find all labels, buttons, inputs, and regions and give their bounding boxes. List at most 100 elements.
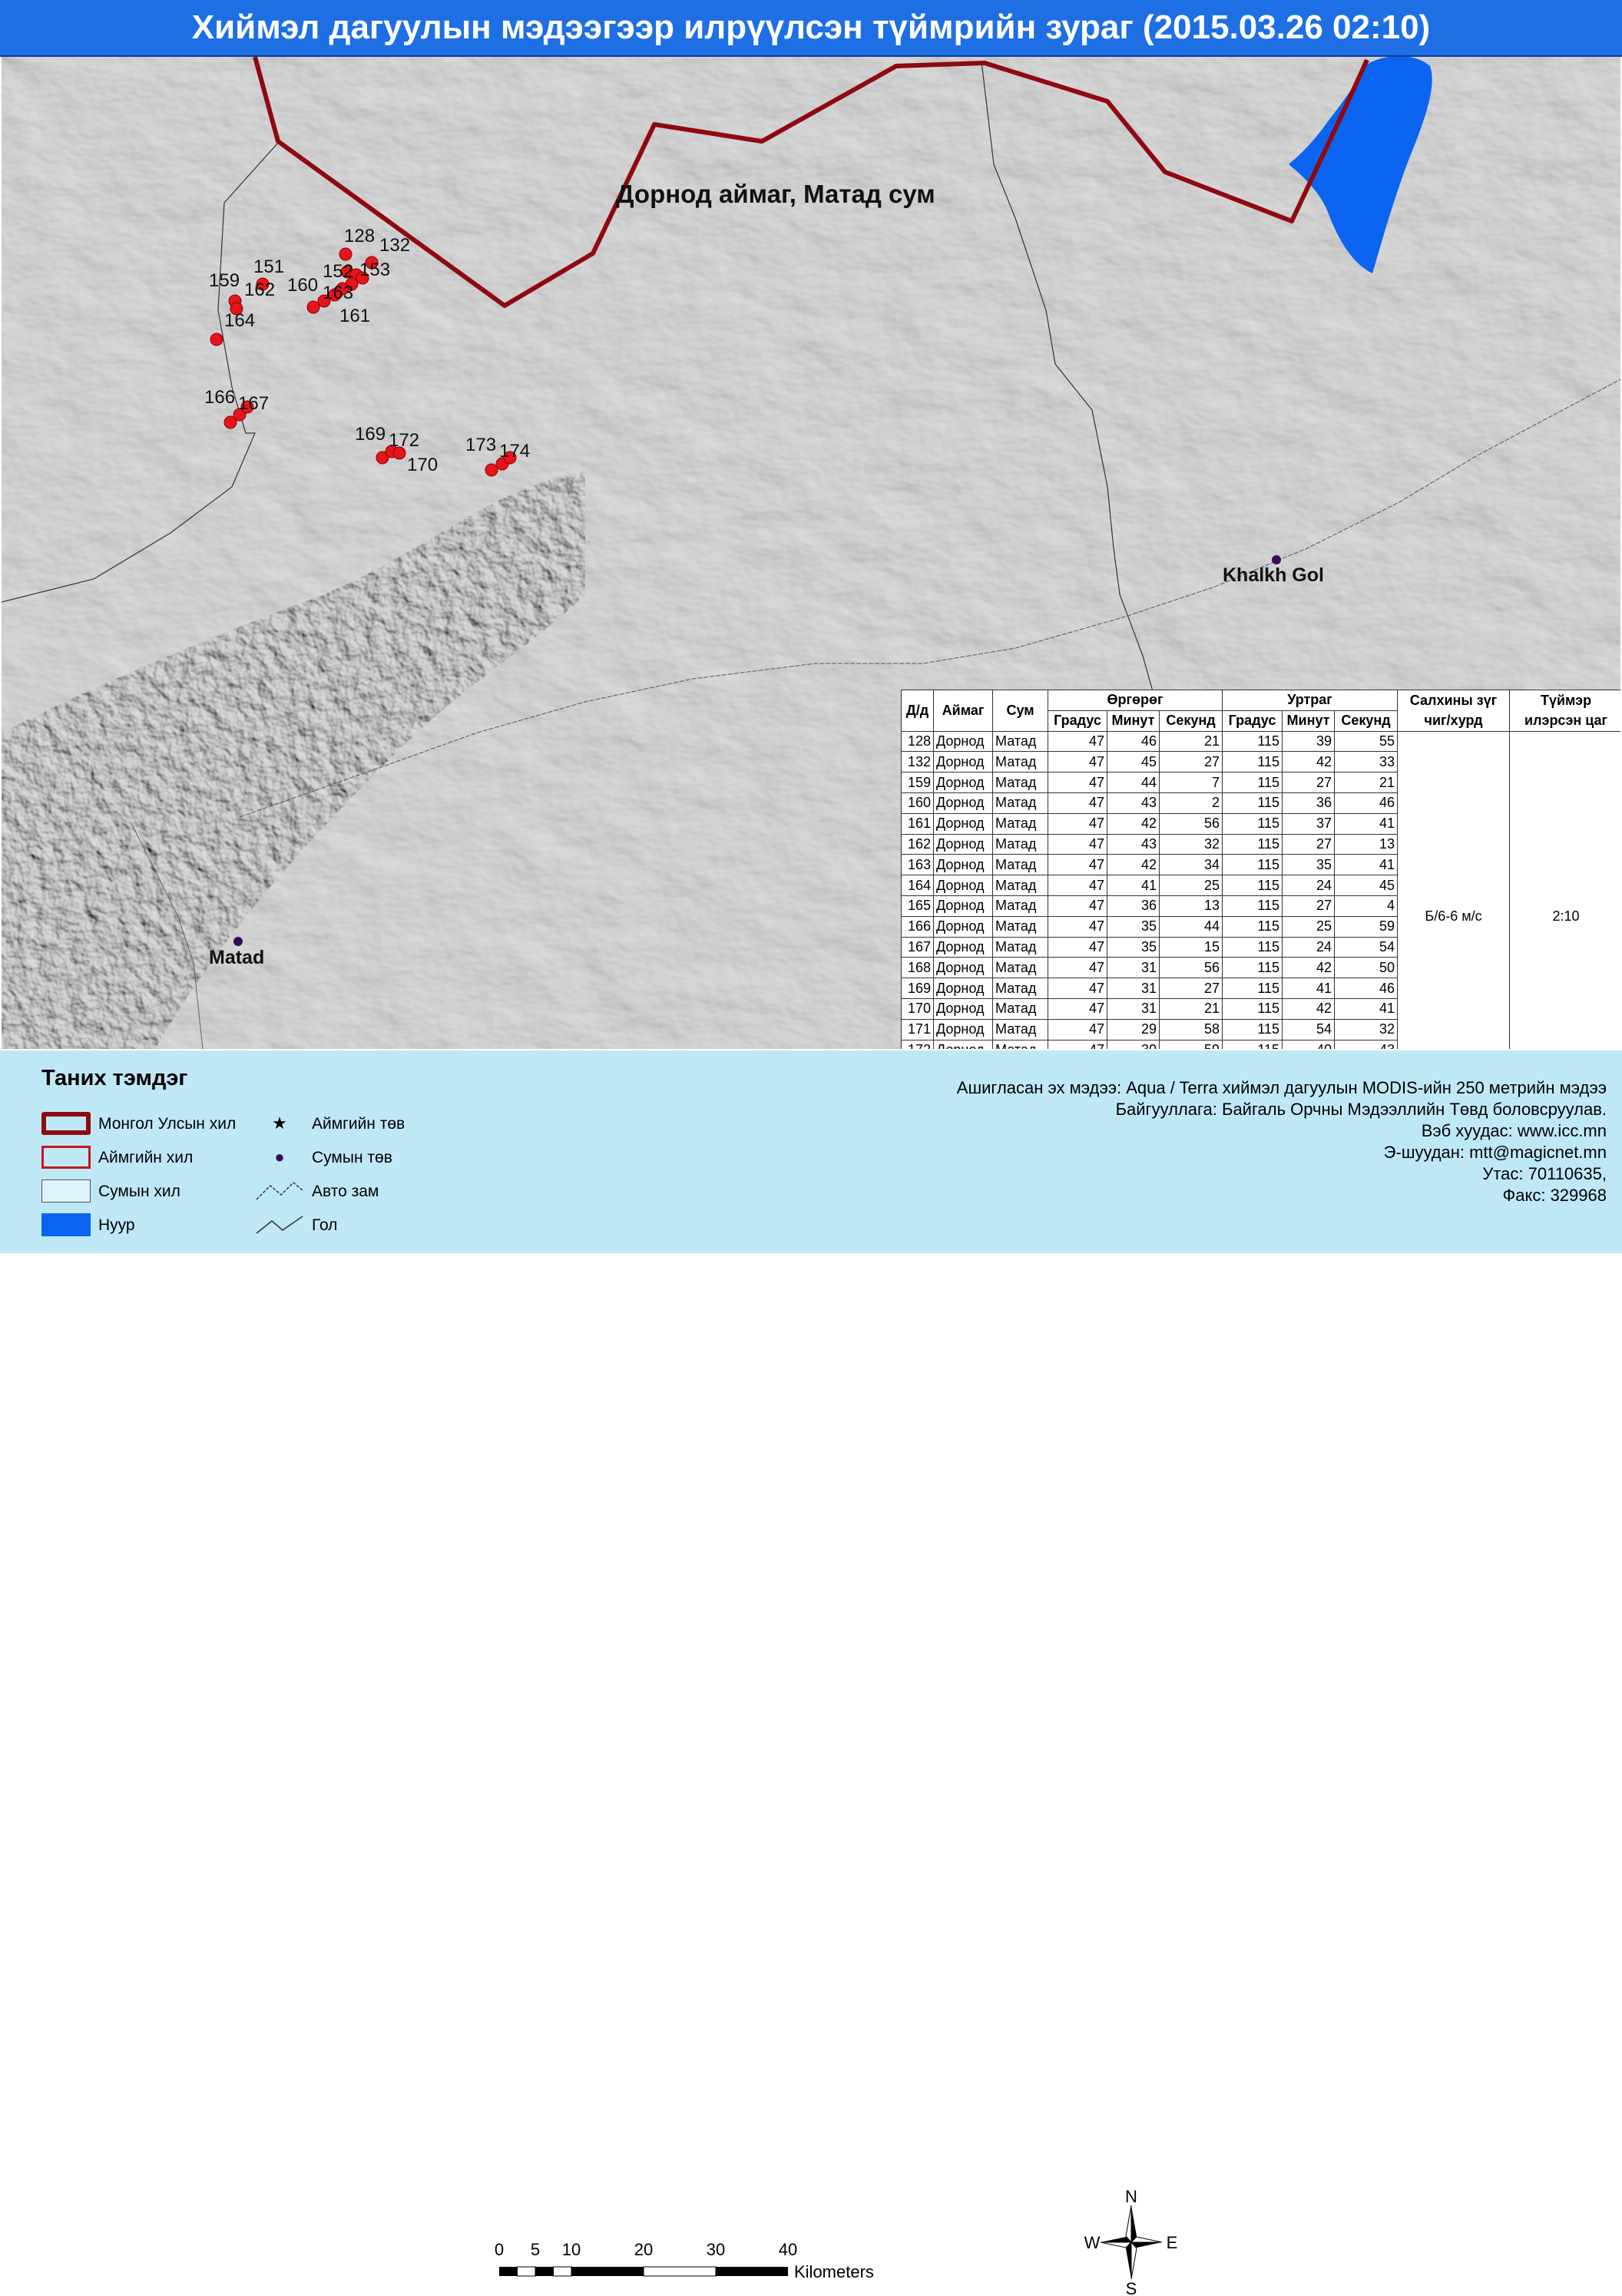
table-cell: 31 xyxy=(1107,957,1160,979)
fire-label: 161 xyxy=(339,306,371,326)
table-cell: 115 xyxy=(1222,895,1283,917)
col-header-time: Түймэр илэрсэн цаг xyxy=(1509,690,1620,732)
table-cell: Дорнод xyxy=(933,772,993,793)
fire-label: 151 xyxy=(253,256,285,277)
table-cell: 41 xyxy=(1107,875,1160,896)
table-cell: Матад xyxy=(992,1018,1048,1040)
legend-label: Гол xyxy=(312,1216,338,1234)
legend-item-aimag-center: ★ Аймгийн төв xyxy=(255,1112,455,1138)
scale-bar: 0 5 10 20 30 40 Kilometers xyxy=(492,2240,891,2282)
compass-s: S xyxy=(1126,2279,1137,2296)
table-cell: 115 xyxy=(1222,978,1283,999)
credit-website: Вэб хуудас: www.icc.mn xyxy=(1421,1121,1607,1140)
fire-point[interactable] xyxy=(339,247,353,261)
lake-swatch xyxy=(41,1213,91,1236)
table-row: 128 Дорнод Матад 47 46 21 115 39 55 Б/6-6 м/с 2:10 xyxy=(901,730,1620,1049)
table-cell: 59 xyxy=(1334,915,1399,938)
table-cell: Матад xyxy=(992,875,1048,896)
fire-point[interactable] xyxy=(210,332,223,346)
table-cell: 162 xyxy=(901,833,934,855)
table-cell: 115 xyxy=(1222,957,1283,979)
map-frame[interactable]: Дорнод аймаг, Матад сум 128 132 151 152 … xyxy=(2,57,1620,1049)
table-cell: 55 xyxy=(1334,730,1399,753)
fire-data-table-panel: Д/д Аймаг Сум Өргөрөг Уртраг Салхины зүг… xyxy=(901,690,1620,1049)
compass-n: N xyxy=(1125,2188,1137,2206)
table-cell: 115 xyxy=(1222,1018,1283,1040)
table-cell: Дорнод xyxy=(933,833,993,855)
table-cell: 47 xyxy=(1048,792,1107,814)
table-cell: 171 xyxy=(901,1018,934,1040)
table-cell: 34 xyxy=(1158,854,1223,876)
legend-label: Монгол Улсын хил xyxy=(98,1115,237,1133)
fire-point[interactable] xyxy=(306,300,320,314)
table-cell: 168 xyxy=(901,957,934,979)
table-cell: Матад xyxy=(992,915,1048,938)
fire-label: 167 xyxy=(238,393,270,414)
legend-label: Авто зам xyxy=(312,1183,379,1200)
table-cell: 24 xyxy=(1282,936,1336,958)
table-cell: 115 xyxy=(1222,833,1283,855)
col-header-lon-min: Минут xyxy=(1282,710,1336,732)
table-cell: 46 xyxy=(1334,978,1399,999)
table-cell: Дорнод xyxy=(933,997,993,1020)
table-cell: 164 xyxy=(901,875,934,896)
table-cell: Дорнод xyxy=(933,1018,993,1040)
table-cell: 21 xyxy=(1334,772,1399,793)
legend-panel: Таних тэмдэг Монгол Улсын хил Аймгийн хи… xyxy=(0,1050,1622,2296)
star-icon: ★ xyxy=(272,1113,287,1133)
table-cell: 47 xyxy=(1048,833,1107,855)
fire-label: 132 xyxy=(379,235,411,256)
table-cell: Дорнод xyxy=(933,978,993,999)
table-cell: 21 xyxy=(1158,997,1223,1020)
col-header-no: Д/д xyxy=(901,690,934,732)
table-cell: Дорнод xyxy=(933,957,993,979)
table-cell: 41 xyxy=(1334,812,1399,835)
table-cell: 56 xyxy=(1158,957,1223,979)
table-cell: 47 xyxy=(1048,978,1107,999)
table-cell: 115 xyxy=(1222,772,1283,793)
table-cell: Дорнод xyxy=(933,751,993,773)
table-cell: Дорнод xyxy=(933,875,993,896)
table-cell: 27 xyxy=(1158,751,1223,773)
road-line-icon xyxy=(256,1181,303,1200)
table-cell: 33 xyxy=(1334,751,1399,773)
table-cell: Матад xyxy=(992,730,1048,753)
fire-label: 128 xyxy=(344,226,376,246)
table-cell: Дорнод xyxy=(933,792,993,814)
scale-tick: 30 xyxy=(706,2240,726,2259)
legend-label: Аймгийн төв xyxy=(312,1115,406,1133)
table-cell: 47 xyxy=(1048,730,1107,753)
table-cell: 43 xyxy=(1107,792,1160,814)
table-cell: 115 xyxy=(1222,792,1283,814)
dot-icon: ● xyxy=(274,1147,285,1166)
map-title: Хиймэл дагуулын мэдээгээр илрүүлсэн түйм… xyxy=(191,8,1431,46)
place-label-matad: Matad xyxy=(209,947,265,968)
table-cell: 58 xyxy=(1158,1018,1223,1040)
scale-bar-graphic xyxy=(499,2266,788,2277)
fire-point[interactable] xyxy=(485,463,498,477)
scale-tick: 10 xyxy=(561,2240,581,2259)
table-cell: 41 xyxy=(1282,978,1336,999)
col-header-latitude: Өргөрөг xyxy=(1047,690,1223,711)
col-header-lat-min: Минут xyxy=(1107,710,1160,732)
col-header-wind: Салхины зүг чиг/хурд xyxy=(1397,690,1511,732)
table-cell: 31 xyxy=(1107,997,1160,1020)
sum-center-dot xyxy=(233,937,243,946)
table-cell: Дорнод xyxy=(933,812,993,835)
table-cell: 24 xyxy=(1282,875,1336,896)
table-cell: 27 xyxy=(1282,772,1336,793)
scale-tick: 40 xyxy=(778,2240,798,2259)
table-cell: 115 xyxy=(1222,936,1283,958)
fire-label: 159 xyxy=(209,270,240,291)
table-cell: 115 xyxy=(1222,875,1283,896)
table-cell: Дорнод xyxy=(933,854,993,876)
table-cell: 4 xyxy=(1334,895,1399,917)
table-cell: 43 xyxy=(1107,833,1160,855)
table-cell: 170 xyxy=(901,997,934,1020)
legend-label: Аймгийн хил xyxy=(98,1149,194,1166)
table-cell: 45 xyxy=(1334,875,1399,896)
national-border-swatch xyxy=(41,1112,91,1135)
table-cell: 132 xyxy=(901,751,934,773)
legend-label: Сумын хил xyxy=(98,1183,180,1200)
table-cell: 36 xyxy=(1107,895,1160,917)
